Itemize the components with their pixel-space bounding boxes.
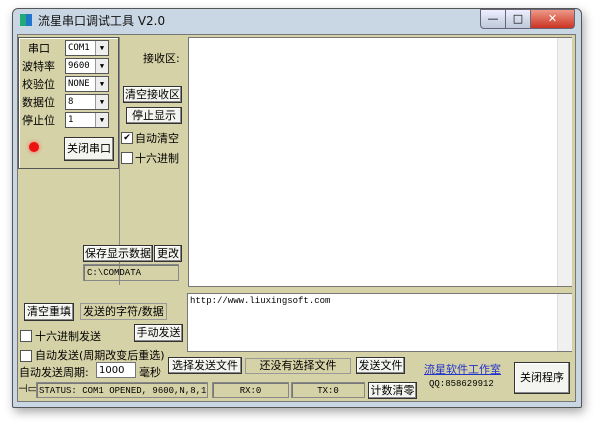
clear-send-button[interactable]: 清空重填 (24, 303, 74, 321)
databits-label: 数据位 (22, 96, 55, 109)
studio-link[interactable]: 流星软件工作室 (424, 361, 501, 377)
stopbits-select[interactable]: 1 ▼ (65, 112, 109, 128)
hex-send-checkbox[interactable] (20, 330, 32, 342)
file-status-label: 还没有选择文件 (245, 358, 351, 374)
app-icon (20, 14, 32, 26)
period-input[interactable]: 1000 (96, 362, 136, 378)
manual-send-button[interactable]: 手动发送 (134, 324, 183, 342)
hex-display-checkbox[interactable] (121, 152, 133, 164)
receive-area-label: 接收区: (143, 52, 180, 65)
stop-display-button[interactable]: 停止显示 (126, 107, 182, 124)
parity-value: NONE (68, 79, 90, 89)
baud-select[interactable]: 9600 ▼ (65, 58, 109, 74)
status-led-icon (29, 142, 39, 152)
stopbits-value: 1 (68, 115, 74, 125)
rx-counter: RX:0 (212, 382, 289, 398)
baud-label: 波特率 (22, 60, 55, 73)
parity-label: 校验位 (22, 78, 55, 91)
chevron-down-icon: ▼ (95, 59, 108, 73)
status-text: STATUS: COM1 OPENED, 9600,N,8,1 (36, 382, 208, 398)
auto-clear-checkbox[interactable]: ✔ (121, 132, 133, 144)
toggle-port-button[interactable]: 关闭串口 (64, 137, 114, 161)
save-display-button[interactable]: 保存显示数据 (83, 245, 153, 262)
tx-counter: TX:0 (291, 382, 365, 398)
baud-value: 9600 (68, 61, 90, 71)
auto-send-label: 自动发送(周期改变后重选) (35, 349, 165, 362)
qq-label: QQ:858629912 (429, 379, 494, 389)
save-path-field: C:\COMDATA (83, 264, 179, 281)
parity-select[interactable]: NONE ▼ (65, 76, 109, 92)
send-scrollbar[interactable] (557, 294, 572, 351)
period-unit-label: 毫秒 (139, 366, 161, 379)
port-value: COM1 (68, 43, 90, 53)
send-file-button[interactable]: 发送文件 (356, 357, 405, 374)
close-program-button[interactable]: 关闭程序 (514, 362, 570, 394)
receive-textarea[interactable] (188, 37, 572, 287)
maximize-button[interactable]: □ (505, 9, 531, 29)
auto-clear-label: 自动清空 (135, 132, 179, 145)
pin-icon: ⊣▭ (18, 382, 38, 395)
change-path-button[interactable]: 更改 (154, 245, 182, 262)
port-label: 串口 (28, 42, 50, 55)
select-file-button[interactable]: 选择发送文件 (168, 357, 242, 374)
hex-display-label: 十六进制 (135, 152, 179, 165)
chevron-down-icon: ▼ (95, 41, 108, 55)
port-select[interactable]: COM1 ▼ (65, 40, 109, 56)
databits-value: 8 (68, 97, 74, 107)
close-button[interactable]: ✕ (530, 9, 575, 29)
chevron-down-icon: ▼ (95, 95, 108, 109)
receive-scrollbar[interactable] (557, 38, 572, 286)
send-data-label: 发送的字符/数据 (80, 303, 167, 320)
auto-send-checkbox[interactable] (20, 350, 32, 362)
reset-count-button[interactable]: 计数清零 (368, 382, 417, 399)
clear-receive-button[interactable]: 清空接收区 (123, 86, 182, 103)
hex-send-label: 十六进制发送 (35, 330, 101, 343)
minimize-button[interactable]: — (480, 9, 506, 29)
stopbits-label: 停止位 (22, 114, 55, 127)
auto-send-period-label: 自动发送周期: (19, 366, 89, 379)
chevron-down-icon: ▼ (95, 113, 108, 127)
chevron-down-icon: ▼ (95, 77, 108, 91)
send-textarea[interactable]: http://www.liuxingsoft.com (187, 293, 572, 352)
window-title: 流星串口调试工具 V2.0 (38, 14, 166, 28)
databits-select[interactable]: 8 ▼ (65, 94, 109, 110)
